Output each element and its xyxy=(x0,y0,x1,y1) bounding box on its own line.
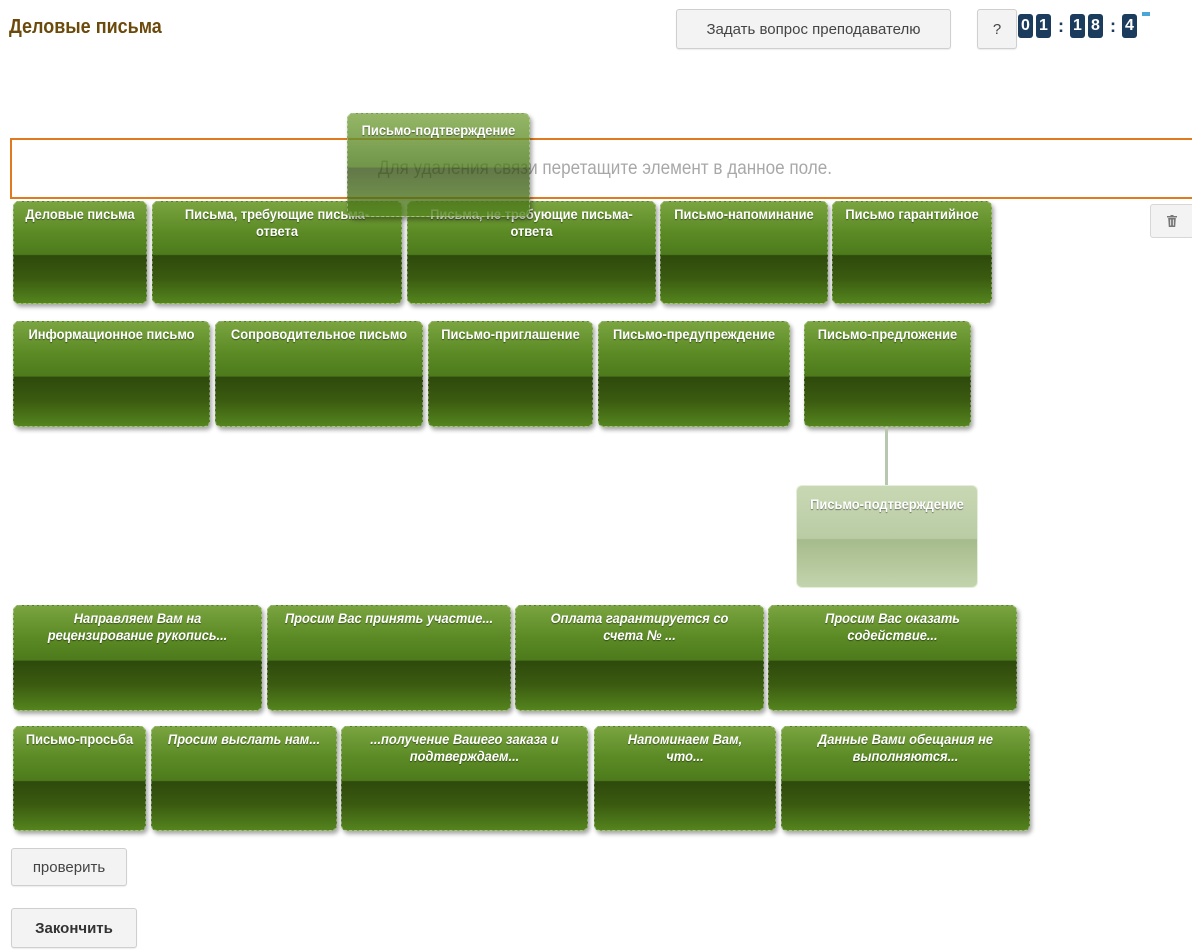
category-card[interactable]: Письмо-предупреждение xyxy=(598,321,790,427)
dragged-card[interactable]: Письмо-подтверждение xyxy=(347,113,530,217)
category-card[interactable]: Информационное письмо xyxy=(13,321,210,427)
phrase-card[interactable]: Просим Вас оказать содействие... xyxy=(768,605,1017,711)
phrase-card[interactable]: ...получение Вашего заказа и подтверждае… xyxy=(341,726,588,831)
timer-indicator xyxy=(1142,12,1150,16)
trash-icon xyxy=(1167,215,1177,227)
phrase-card[interactable]: Напоминаем Вам, что... xyxy=(594,726,776,831)
trash-button[interactable] xyxy=(1150,204,1192,238)
timer-digit: 4 xyxy=(1122,14,1137,38)
phrase-card[interactable]: Направляем Вам на рецензирование рукопис… xyxy=(13,605,262,711)
category-card[interactable]: Деловые письма xyxy=(13,201,147,304)
help-button[interactable]: ? xyxy=(977,9,1017,49)
category-card[interactable]: Письмо-предложение xyxy=(804,321,971,427)
unlink-dropzone[interactable]: Для удаления связи перетащите элемент в … xyxy=(10,138,1192,199)
finish-button[interactable]: Закончить xyxy=(11,908,137,948)
check-button[interactable]: проверить xyxy=(11,848,127,886)
phrase-card[interactable]: Просим Вас принять участие... xyxy=(267,605,511,711)
timer-separator: : xyxy=(1110,15,1116,36)
phrase-card[interactable]: Оплата гарантируется со счета № ... xyxy=(515,605,764,711)
timer-digit: 1 xyxy=(1070,14,1085,38)
category-card[interactable]: Письмо-приглашение xyxy=(428,321,593,427)
phrase-card[interactable]: Данные Вами обещания не выполняются... xyxy=(781,726,1030,831)
category-card[interactable]: Письмо гарантийное xyxy=(832,201,992,304)
timer-digit: 1 xyxy=(1036,14,1051,38)
dropzone-hint: Для удаления связи перетащите элемент в … xyxy=(377,157,833,179)
phrase-card[interactable]: Просим выслать нам... xyxy=(151,726,337,831)
page-title: Деловые письма xyxy=(9,16,162,38)
linked-card-placeholder[interactable]: Письмо-подтверждение xyxy=(796,485,978,588)
category-card[interactable]: Сопроводительное письмо xyxy=(215,321,423,427)
timer-digit: 0 xyxy=(1018,14,1033,38)
timer-separator: : xyxy=(1058,15,1064,36)
phrase-card[interactable]: Письмо-просьба xyxy=(13,726,146,831)
category-card[interactable]: Письмо-напоминание xyxy=(660,201,828,304)
ask-teacher-button[interactable]: Задать вопрос преподавателю xyxy=(676,9,951,49)
countdown-timer: 0 1 : 1 8 : 4 xyxy=(1018,12,1150,38)
link-connector xyxy=(885,427,888,485)
timer-digit: 8 xyxy=(1088,14,1103,38)
